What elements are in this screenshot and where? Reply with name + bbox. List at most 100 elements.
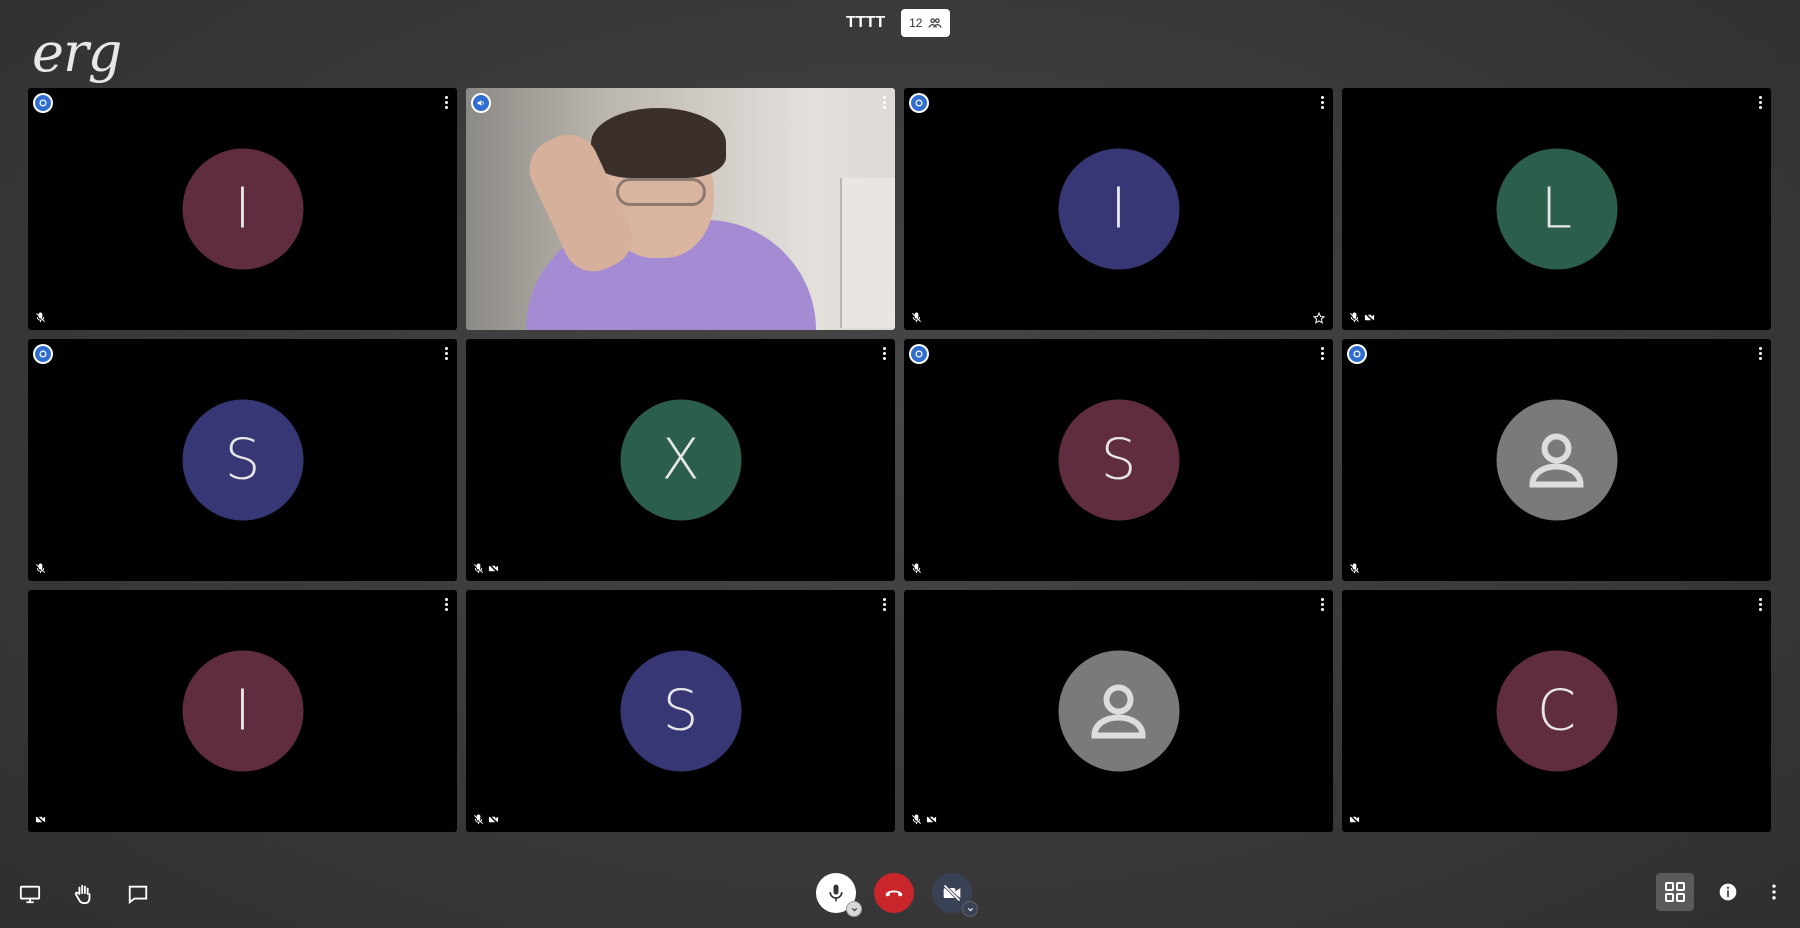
- chevron-down-icon: [851, 907, 857, 911]
- camera-off-icon: [35, 814, 46, 825]
- microphone-off-icon: [912, 814, 921, 825]
- info-button[interactable]: [1716, 880, 1740, 904]
- tile-menu-button[interactable]: [879, 596, 889, 612]
- moderator-icon: [39, 350, 47, 358]
- screen-share-icon: [19, 885, 41, 904]
- participant-tile[interactable]: X: [466, 339, 895, 581]
- camera-off-icon: [1349, 814, 1360, 825]
- screen-share-button[interactable]: [16, 880, 44, 908]
- tile-status-icons: [473, 563, 499, 574]
- toolbar-left: [16, 880, 152, 908]
- moderator-badge: [909, 344, 929, 364]
- camera-off-icon: [1364, 312, 1375, 323]
- participant-avatar: S: [182, 399, 303, 521]
- participant-initial: I: [234, 176, 251, 242]
- chat-button[interactable]: [124, 880, 152, 908]
- microphone-off-icon: [912, 312, 921, 323]
- tile-status-icons: [1349, 814, 1360, 825]
- moderator-icon: [915, 350, 923, 358]
- more-options-button[interactable]: [1762, 880, 1786, 904]
- microphone-icon: [829, 884, 843, 902]
- tile-menu-button[interactable]: [1755, 596, 1765, 612]
- moderator-icon: [915, 99, 923, 107]
- participant-tile[interactable]: I: [28, 590, 457, 832]
- tile-menu-button[interactable]: [441, 94, 451, 110]
- participant-initial: C: [1536, 678, 1577, 744]
- participant-tile[interactable]: [904, 590, 1333, 832]
- moderator-badge: [1347, 344, 1367, 364]
- raise-hand-button[interactable]: [70, 880, 98, 908]
- participant-avatar: [1496, 399, 1617, 521]
- tile-status-icons: [35, 563, 46, 574]
- raise-hand-icon: [74, 884, 91, 905]
- tile-menu-button[interactable]: [441, 345, 451, 361]
- microphone-off-icon: [474, 814, 483, 825]
- chevron-down-icon: [967, 907, 973, 911]
- tile-view-icon: [1665, 882, 1685, 902]
- toolbar-right: [1656, 873, 1786, 911]
- hangup-button[interactable]: [874, 873, 914, 913]
- camera-button[interactable]: [932, 873, 978, 917]
- camera-settings-button[interactable]: [962, 901, 978, 917]
- participant-tile[interactable]: I: [904, 88, 1333, 330]
- moderator-icon: [39, 99, 47, 107]
- default-avatar-icon: [1529, 433, 1584, 487]
- camera-off-icon: [926, 814, 937, 825]
- participant-tile[interactable]: L: [1342, 88, 1771, 330]
- tile-menu-button[interactable]: [1755, 94, 1765, 110]
- participant-initial: I: [234, 678, 251, 744]
- dominant-speaker-badge: [471, 93, 491, 113]
- microphone-off-icon: [36, 563, 45, 574]
- participant-initial: L: [1540, 176, 1573, 242]
- microphone-off-icon: [912, 563, 921, 574]
- participant-tile[interactable]: [466, 88, 895, 330]
- participant-tile[interactable]: I: [28, 88, 457, 330]
- star-icon: [1313, 312, 1325, 324]
- participant-avatar: [1058, 650, 1179, 772]
- more-options-icon: [1772, 884, 1776, 900]
- participant-tile[interactable]: S: [466, 590, 895, 832]
- microphone-off-icon: [1350, 312, 1359, 323]
- participant-tile[interactable]: [1342, 339, 1771, 581]
- microphone-off-icon: [36, 312, 45, 323]
- participant-avatar: I: [182, 650, 303, 772]
- tile-status-icons: [1349, 563, 1360, 574]
- microphone-off-icon: [1350, 563, 1359, 574]
- microphone-settings-button[interactable]: [846, 901, 862, 917]
- participant-initial: I: [1110, 176, 1127, 242]
- info-icon: [1719, 883, 1737, 901]
- participant-avatar: C: [1496, 650, 1617, 772]
- tile-menu-button[interactable]: [1317, 345, 1327, 361]
- participant-avatar: S: [620, 650, 741, 772]
- participant-avatar: L: [1496, 148, 1617, 270]
- participant-avatar: S: [1058, 399, 1179, 521]
- participant-tile[interactable]: C: [1342, 590, 1771, 832]
- tile-menu-button[interactable]: [1755, 345, 1765, 361]
- participant-video: [466, 88, 895, 330]
- microphone-off-icon: [474, 563, 483, 574]
- participant-tile[interactable]: S: [28, 339, 457, 581]
- participant-initial: S: [662, 678, 699, 744]
- microphone-button[interactable]: [816, 873, 862, 917]
- tile-menu-button[interactable]: [1317, 94, 1327, 110]
- moderator-badge: [33, 93, 53, 113]
- participant-avatar: I: [182, 148, 303, 270]
- tile-status-icons: [911, 312, 922, 323]
- speaker-icon: [477, 100, 484, 106]
- toolbar-center: [816, 873, 978, 917]
- default-avatar-icon: [1091, 684, 1146, 738]
- tile-menu-button[interactable]: [879, 345, 889, 361]
- tile-menu-button[interactable]: [441, 596, 451, 612]
- moderator-badge: [909, 93, 929, 113]
- camera-off-icon: [943, 884, 961, 902]
- tile-menu-button[interactable]: [1317, 596, 1327, 612]
- meeting-header: TTTT 12: [846, 9, 951, 37]
- participant-tile[interactable]: S: [904, 339, 1333, 581]
- tile-menu-button[interactable]: [879, 94, 889, 110]
- tile-status-icons: [911, 814, 937, 825]
- participant-count-button[interactable]: 12: [901, 9, 951, 37]
- tile-view-button[interactable]: [1656, 873, 1694, 911]
- tile-status-icons: [35, 312, 46, 323]
- participants-icon: [929, 18, 942, 28]
- moderator-icon: [1353, 350, 1361, 358]
